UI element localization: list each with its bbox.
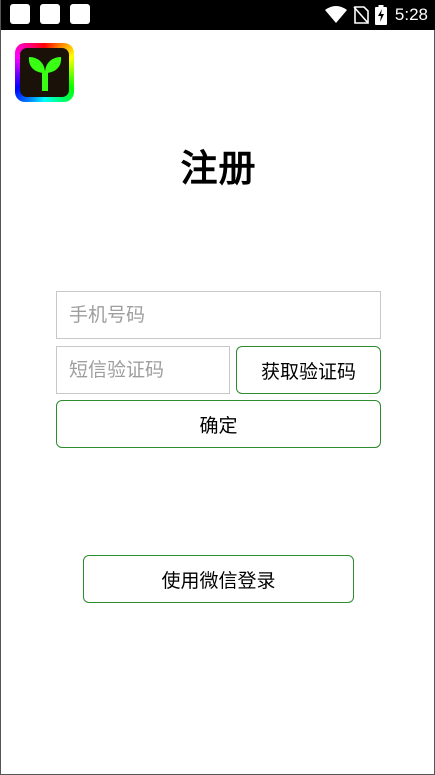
notification-icon — [10, 4, 30, 24]
battery-charging-icon — [374, 5, 387, 25]
wechat-login-button[interactable]: 使用微信登录 — [83, 555, 354, 603]
app-logo — [15, 43, 74, 102]
notification-icon — [40, 4, 60, 24]
status-bar: 5:28 — [1, 0, 435, 30]
wifi-icon — [324, 6, 347, 24]
get-code-button[interactable]: 获取验证码 — [236, 346, 381, 394]
status-time: 5:28 — [394, 5, 428, 24]
confirm-button[interactable]: 确定 — [56, 400, 381, 448]
register-screen: 5:28 注册 获取验证码 确定 使用微信登录 — [0, 0, 435, 775]
sms-code-input[interactable] — [56, 346, 230, 394]
notification-icon — [70, 4, 90, 24]
sprout-icon — [20, 48, 69, 97]
no-sim-icon — [353, 6, 369, 24]
status-right-group: 5:28 — [324, 0, 428, 30]
phone-number-input[interactable] — [56, 291, 381, 339]
page-title: 注册 — [180, 147, 257, 190]
